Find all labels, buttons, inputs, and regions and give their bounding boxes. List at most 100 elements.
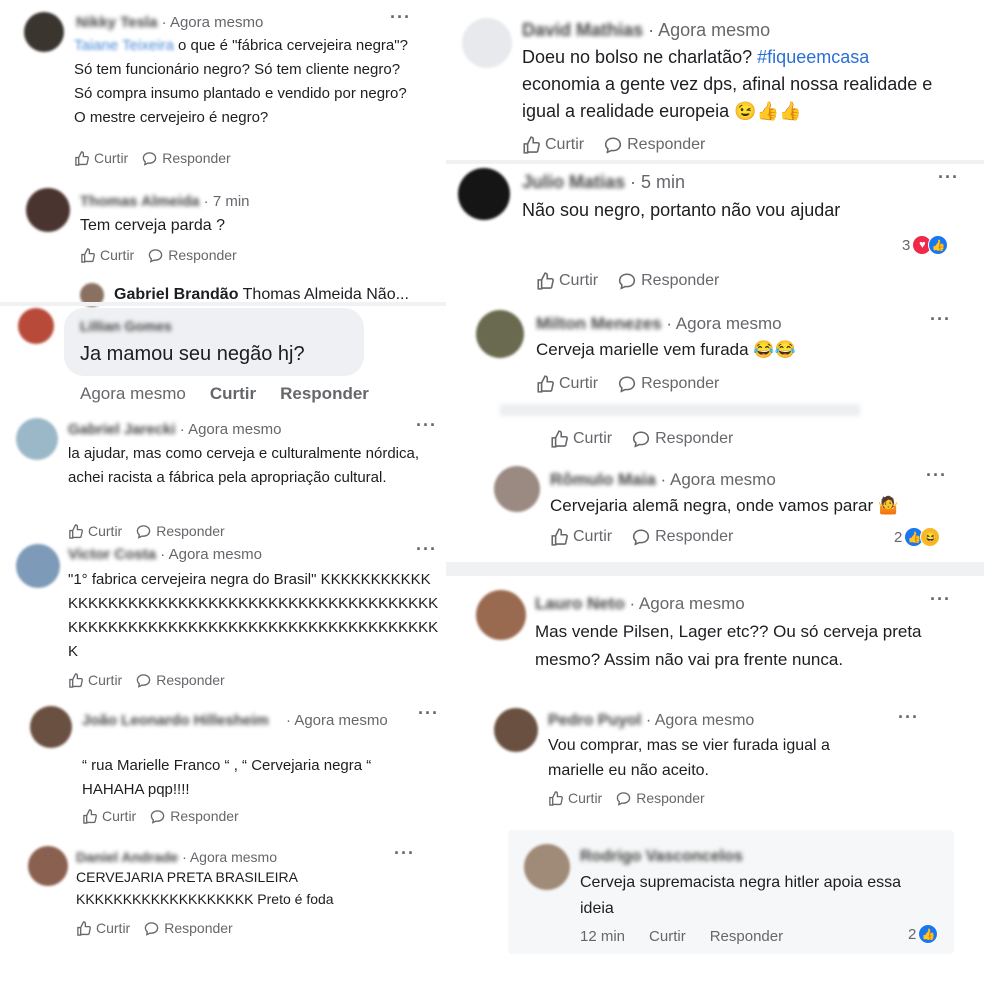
more-options-icon[interactable]: ··· [418,704,439,722]
like-button[interactable]: Curtir [68,523,122,539]
comment-author[interactable]: João Leonardo Hillesheim [82,710,272,732]
comment-time[interactable]: Agora mesmo [80,384,186,404]
reply-button[interactable]: Responder [604,136,705,154]
reply-button[interactable]: Responder [142,150,231,166]
comment-time[interactable]: 12 min [580,928,625,945]
avatar[interactable] [30,706,72,748]
comment-text: “ rua Marielle Franco “ , “ Cervejaria n… [82,757,372,798]
comment-author[interactable]: Milton Menezes [536,314,662,333]
comment-author[interactable]: Pedro Puyol [548,712,641,729]
comment-time[interactable]: · Agora mesmo [646,712,754,729]
reply-button[interactable]: Responder [136,672,225,688]
avatar[interactable] [524,844,570,890]
avatar[interactable] [494,466,540,512]
comment-time[interactable]: · Agora mesmo [180,421,282,438]
like-button[interactable]: Curtir [550,528,612,546]
comment-time[interactable]: · Agora mesmo [648,20,770,40]
like-button[interactable]: Curtir [68,672,122,688]
comment-author[interactable]: Rodrigo Vasconcelos [580,848,743,865]
reply-button[interactable]: Responder [148,247,237,263]
like-button[interactable]: Curtir [536,375,598,393]
comment-actions: Curtir Responder [74,150,231,166]
thumbs-up-icon [551,430,568,448]
reaction-count[interactable]: 2 👍 😆 [894,527,941,547]
like-button[interactable]: Curtir [550,430,612,448]
comment-author[interactable]: Daniel Andrade [76,849,178,865]
like-button[interactable]: Curtir [82,808,136,824]
like-button[interactable]: Curtir [548,790,602,806]
speech-bubble-icon [619,273,636,290]
comment-time[interactable]: · Agora mesmo [182,849,277,865]
comment-time[interactable]: · Agora mesmo [286,710,388,732]
more-options-icon[interactable]: ··· [390,8,411,26]
more-options-icon[interactable]: ··· [930,310,951,328]
avatar[interactable] [26,188,70,232]
like-button[interactable]: Curtir [80,247,134,263]
like-button[interactable]: Curtir [536,272,598,290]
comment-author[interactable]: Lillian Gomes [80,318,172,334]
reply-button[interactable]: Responder [144,920,233,936]
like-button[interactable]: Curtir [210,384,256,404]
comment-time[interactable]: · 7 min [204,193,250,210]
reply-button[interactable]: Responder [632,528,733,546]
avatar[interactable] [476,310,524,358]
like-button[interactable]: Curtir [74,150,128,166]
more-options-icon[interactable]: ··· [926,466,947,484]
reply-button[interactable]: Responder [632,430,733,448]
speech-bubble-icon [142,151,157,166]
avatar[interactable] [24,12,64,52]
speech-bubble-icon [150,809,165,824]
reply-button[interactable]: Responder [136,523,225,539]
comment-time[interactable]: · 5 min [630,172,685,192]
comment-text: la ajudar, mas como cerveja e culturalme… [68,445,420,486]
more-options-icon[interactable]: ··· [938,168,959,186]
avatar[interactable] [16,418,58,460]
comment-author[interactable]: Victor Costa [68,546,156,563]
comment-author[interactable]: Lauro Neto [535,594,625,613]
more-options-icon[interactable]: ··· [898,708,919,726]
comment-author[interactable]: David Mathias [522,20,643,40]
reply-button[interactable]: Responder [710,928,783,945]
avatar[interactable] [18,308,54,344]
speech-bubble-icon [605,137,622,154]
speech-bubble-icon [619,376,636,393]
comment-time[interactable]: · Agora mesmo [162,14,264,31]
hashtag-link[interactable]: #fiqueemcasa [757,47,869,67]
comment-time[interactable]: · Agora mesmo [629,594,744,613]
reply-button[interactable]: Responder [280,384,369,404]
more-options-icon[interactable]: ··· [394,844,415,862]
more-options-icon[interactable]: ··· [930,590,951,608]
avatar[interactable] [494,708,538,752]
reply-button[interactable]: Responder [618,272,719,290]
avatar[interactable] [476,590,526,640]
comment-author[interactable]: Rômulo Maia [550,470,656,489]
comment-text: Taiane Teixeira o que é "fábrica cerveje… [74,37,408,126]
avatar[interactable] [28,846,68,886]
comment-actions: Curtir Responder [550,528,733,546]
mention-link[interactable]: Taiane Teixeira [74,37,174,54]
like-button[interactable]: Curtir [76,920,130,936]
reply-button[interactable]: Responder [616,790,705,806]
comment-time[interactable]: · Agora mesmo [160,546,262,563]
more-options-icon[interactable]: ··· [416,416,437,434]
avatar[interactable] [16,544,60,588]
reply-button[interactable]: Responder [618,375,719,393]
comment-author[interactable]: Nikky Tesla [76,14,157,31]
like-button[interactable]: Curtir [649,928,686,945]
reaction-count[interactable]: 2 👍 [908,924,939,944]
avatar[interactable] [458,168,510,220]
avatar[interactable] [462,18,512,68]
comment-time[interactable]: · Agora mesmo [661,470,776,489]
like-reaction-icon: 👍 [928,235,949,255]
comment-author[interactable]: Julio Matias [522,172,625,192]
comment-time[interactable]: · Agora mesmo [666,314,781,333]
reply-button[interactable]: Responder [150,808,239,824]
reaction-count[interactable]: 3 ♥ 👍 [902,235,949,255]
comment-author[interactable]: Gabriel Jarecki [68,421,176,438]
comment-author[interactable]: Thomas Almeida [80,193,199,210]
like-button[interactable]: Curtir [522,136,584,154]
speech-bubble-icon [633,431,650,448]
more-options-icon[interactable]: ··· [416,540,437,558]
cropped-comment-strip [500,404,860,416]
comment-author[interactable]: Gabriel Brandão [114,286,238,303]
